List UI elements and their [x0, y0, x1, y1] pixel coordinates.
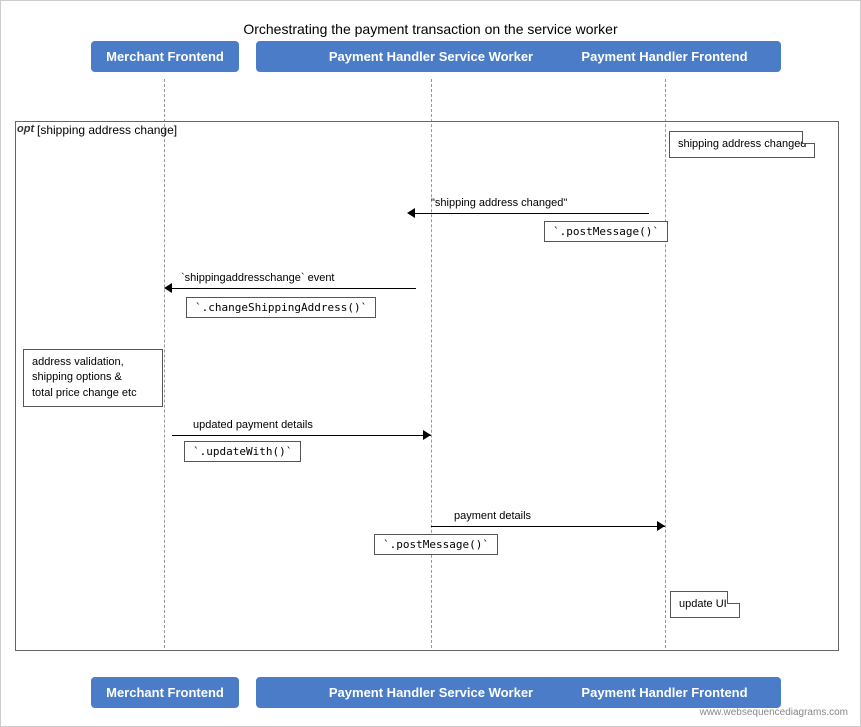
watermark: www.websequencediagrams.com — [700, 707, 848, 718]
arrow-label-4: payment details — [454, 510, 531, 522]
arrowhead-4 — [657, 521, 665, 531]
method-update-with: `.updateWith()` — [184, 441, 301, 462]
method-change-shipping: `.changeShippingAddress()` — [186, 297, 376, 318]
method-post-message-2: `.postMessage()` — [374, 534, 498, 555]
arrowhead-2 — [164, 283, 172, 293]
arrow-label-3: updated payment details — [193, 419, 313, 431]
note-shipping-changed: shipping address changed — [669, 131, 815, 158]
diagram-title: Orchestrating the payment transaction on… — [1, 11, 860, 37]
actor-merchant-top: Merchant Frontend — [91, 41, 239, 72]
actor-frontend-bottom: Payment Handler Frontend — [548, 677, 781, 708]
method-post-message-1: `.postMessage()` — [544, 221, 668, 242]
arrow-4 — [431, 526, 665, 527]
note-update-ui: update UI — [670, 591, 740, 618]
arrow-label-2: `shippingaddresschange` event — [181, 272, 335, 284]
opt-condition: [shipping address change] — [37, 123, 177, 137]
actor-frontend-top: Payment Handler Frontend — [548, 41, 781, 72]
diagram-container: Orchestrating the payment transaction on… — [0, 0, 861, 727]
arrow-2 — [172, 288, 416, 289]
arrow-1 — [415, 213, 649, 214]
arrowhead-3 — [423, 430, 431, 440]
note-address-validation: address validation,shipping options &tot… — [23, 349, 163, 407]
arrow-3 — [172, 435, 431, 436]
actor-merchant-bottom: Merchant Frontend — [91, 677, 239, 708]
arrow-label-1: "shipping address changed" — [431, 197, 567, 209]
opt-label: opt — [17, 123, 34, 135]
arrowhead-1 — [407, 208, 415, 218]
